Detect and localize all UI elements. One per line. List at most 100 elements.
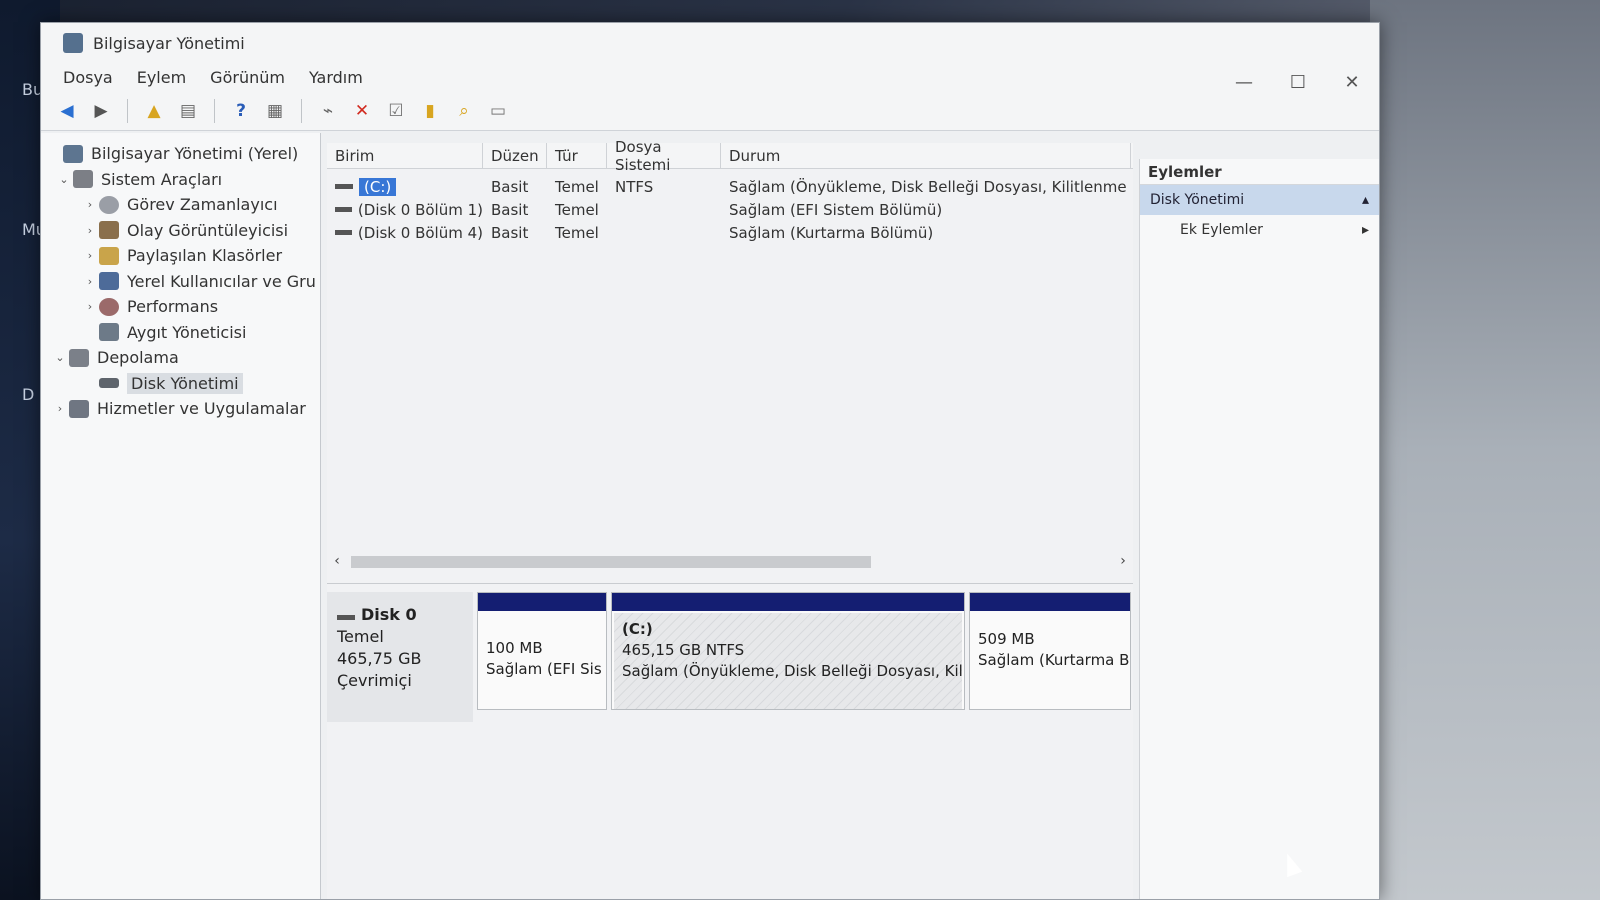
partition-status: Sağlam (EFI Sis	[486, 660, 602, 678]
column-tur[interactable]: Tür	[547, 143, 607, 168]
scroll-track[interactable]	[347, 554, 1113, 568]
tree-label: Bilgisayar Yönetimi (Yerel)	[91, 144, 299, 164]
tree-item-hizmetler[interactable]: › Hizmetler ve Uygulamalar	[41, 396, 320, 422]
disk-state: Çevrimiçi	[337, 671, 412, 690]
folder-up-icon[interactable]: ▮	[418, 99, 442, 123]
properties-icon[interactable]: ☑	[384, 99, 408, 123]
chevron-down-icon[interactable]: ⌄	[55, 173, 73, 186]
tree-item-disk[interactable]: Disk Yönetimi	[41, 371, 320, 397]
close-button[interactable]: ✕	[1325, 65, 1379, 99]
horizontal-scrollbar[interactable]: ‹ ›	[327, 551, 1133, 571]
menu-dosya[interactable]: Dosya	[63, 68, 113, 87]
desktop-icon-label[interactable]: D	[22, 385, 34, 404]
center-pane: Birim Düzen Tür Dosya Sistemi Durum (C:)…	[327, 138, 1133, 899]
connect-icon[interactable]: ⌁	[316, 99, 340, 123]
help-icon[interactable]: ?	[229, 99, 253, 123]
disk-icon	[99, 378, 119, 389]
chevron-right-icon[interactable]: ›	[81, 224, 99, 237]
storage-icon	[69, 348, 89, 367]
toolbar: ◀ ▶ ▲ ▤ ? ▦ ⌁ ✕ ☑ ▮ ⌕ ▭	[41, 91, 1379, 131]
desktop-right-background	[1370, 0, 1600, 900]
tree-label: Performans	[127, 297, 219, 317]
column-birim[interactable]: Birim	[327, 143, 483, 168]
tree-label: Hizmetler ve Uygulamalar	[97, 399, 306, 419]
delete-icon[interactable]: ✕	[350, 99, 374, 123]
action-disk-yonetimi[interactable]: Disk Yönetimi ▴	[1140, 185, 1379, 215]
action-label: Disk Yönetimi	[1150, 192, 1245, 208]
partition-bar	[970, 593, 1130, 611]
show-hide-tree-icon[interactable]: ▤	[176, 99, 200, 123]
scroll-left-icon[interactable]: ‹	[327, 553, 347, 569]
tree-label: Paylaşılan Klasörler	[127, 246, 283, 266]
menu-gorunum[interactable]: Görünüm	[210, 68, 285, 87]
disk-icon	[337, 615, 355, 620]
tree-label: Görev Zamanlayıcı	[127, 195, 278, 215]
tree-item-gorev[interactable]: › Görev Zamanlayıcı	[41, 192, 320, 218]
partition-size: 100 MB	[486, 639, 543, 657]
tree-item-aygit[interactable]: Aygıt Yöneticisi	[41, 320, 320, 346]
volume-name: (Disk 0 Bölüm 1)	[357, 200, 483, 219]
column-dosya-sistemi[interactable]: Dosya Sistemi	[607, 138, 721, 174]
volume-layout: Basit	[491, 223, 529, 242]
volume-type: Temel	[555, 200, 599, 219]
services-icon	[69, 399, 89, 418]
scroll-thumb[interactable]	[351, 556, 871, 568]
tree-item-paylasilan[interactable]: › Paylaşılan Klasörler	[41, 243, 320, 269]
toolbar-separator	[214, 98, 215, 123]
column-duzen[interactable]: Düzen	[483, 143, 547, 168]
submenu-arrow-icon: ▸	[1361, 222, 1369, 238]
forward-arrow-icon[interactable]: ▶	[89, 99, 113, 123]
partition-efi[interactable]: 100 MB Sağlam (EFI Sis	[477, 592, 607, 710]
tools-icon	[73, 170, 93, 189]
partition-recovery[interactable]: 509 MB Sağlam (Kurtarma Bö	[969, 592, 1131, 710]
chevron-right-icon[interactable]: ›	[81, 249, 99, 262]
table-row[interactable]: (Disk 0 Bölüm 4) Basit Temel Sağlam (Kur…	[327, 221, 1133, 244]
up-folder-icon[interactable]: ▲	[142, 99, 166, 123]
chevron-right-icon[interactable]: ›	[51, 402, 69, 415]
tree-item-olay[interactable]: › Olay Görüntüleyicisi	[41, 218, 320, 244]
table-row[interactable]: (Disk 0 Bölüm 1) Basit Temel Sağlam (EFI…	[327, 198, 1133, 221]
partition-c[interactable]: (C:) 465,15 GB NTFS Sağlam (Önyükleme, D…	[611, 592, 965, 710]
disk-info-panel[interactable]: Disk 0 Temel 465,75 GB Çevrimiçi	[327, 592, 473, 722]
title-bar[interactable]: Bilgisayar Yönetimi	[41, 23, 1379, 63]
column-durum[interactable]: Durum	[721, 143, 1131, 168]
tree-item-sistem[interactable]: ⌄ Sistem Araçları	[41, 167, 320, 193]
volume-status: Sağlam (Kurtarma Bölümü)	[729, 223, 934, 242]
volume-name: (Disk 0 Bölüm 4)	[357, 223, 483, 242]
collapse-up-icon[interactable]: ▴	[1362, 192, 1369, 208]
tree-item-root[interactable]: Bilgisayar Yönetimi (Yerel)	[41, 141, 320, 167]
settings-panel-icon[interactable]: ▭	[486, 99, 510, 123]
volume-name: (C:)	[359, 177, 397, 196]
console-view-icon[interactable]: ▦	[263, 99, 287, 123]
device-manager-icon	[99, 323, 119, 342]
menu-eylem[interactable]: Eylem	[137, 68, 186, 87]
actions-header: Eylemler	[1140, 159, 1379, 185]
tree-label: Depolama	[97, 348, 179, 368]
partition-title: (C:)	[622, 620, 653, 638]
performance-icon	[99, 297, 119, 316]
volume-type: Temel	[555, 223, 599, 242]
chevron-down-icon[interactable]: ⌄	[51, 351, 69, 364]
tree-item-yerel[interactable]: › Yerel Kullanıcılar ve Gru	[41, 269, 320, 295]
disk-graphical-view: Disk 0 Temel 465,75 GB Çevrimiçi 100 MB …	[327, 583, 1133, 899]
scroll-right-icon[interactable]: ›	[1113, 553, 1133, 569]
search-folder-icon[interactable]: ⌕	[452, 99, 476, 123]
tree-label: Aygıt Yöneticisi	[127, 322, 247, 342]
chevron-right-icon[interactable]: ›	[81, 198, 99, 211]
chevron-right-icon[interactable]: ›	[81, 300, 99, 313]
users-icon	[99, 272, 119, 291]
tree-label: Olay Görüntüleyicisi	[127, 220, 289, 240]
computer-management-icon	[63, 33, 83, 53]
action-ek-eylemler[interactable]: Ek Eylemler ▸	[1140, 215, 1379, 245]
chevron-right-icon[interactable]: ›	[81, 275, 99, 288]
table-row[interactable]: (C:) Basit Temel NTFS Sağlam (Önyükleme,…	[327, 175, 1133, 198]
navigation-tree: Bilgisayar Yönetimi (Yerel) ⌄ Sistem Ara…	[41, 133, 321, 899]
tree-item-depolama[interactable]: ⌄ Depolama	[41, 345, 320, 371]
tree-item-performans[interactable]: › Performans	[41, 294, 320, 320]
minimize-button[interactable]: —	[1217, 65, 1271, 99]
back-arrow-icon[interactable]: ◀	[55, 99, 79, 123]
maximize-button[interactable]: ☐	[1271, 65, 1325, 99]
menu-yardim[interactable]: Yardım	[309, 68, 363, 87]
partition-status: Sağlam (Kurtarma Bö	[978, 651, 1130, 669]
tree-label: Yerel Kullanıcılar ve Gru	[127, 271, 316, 291]
